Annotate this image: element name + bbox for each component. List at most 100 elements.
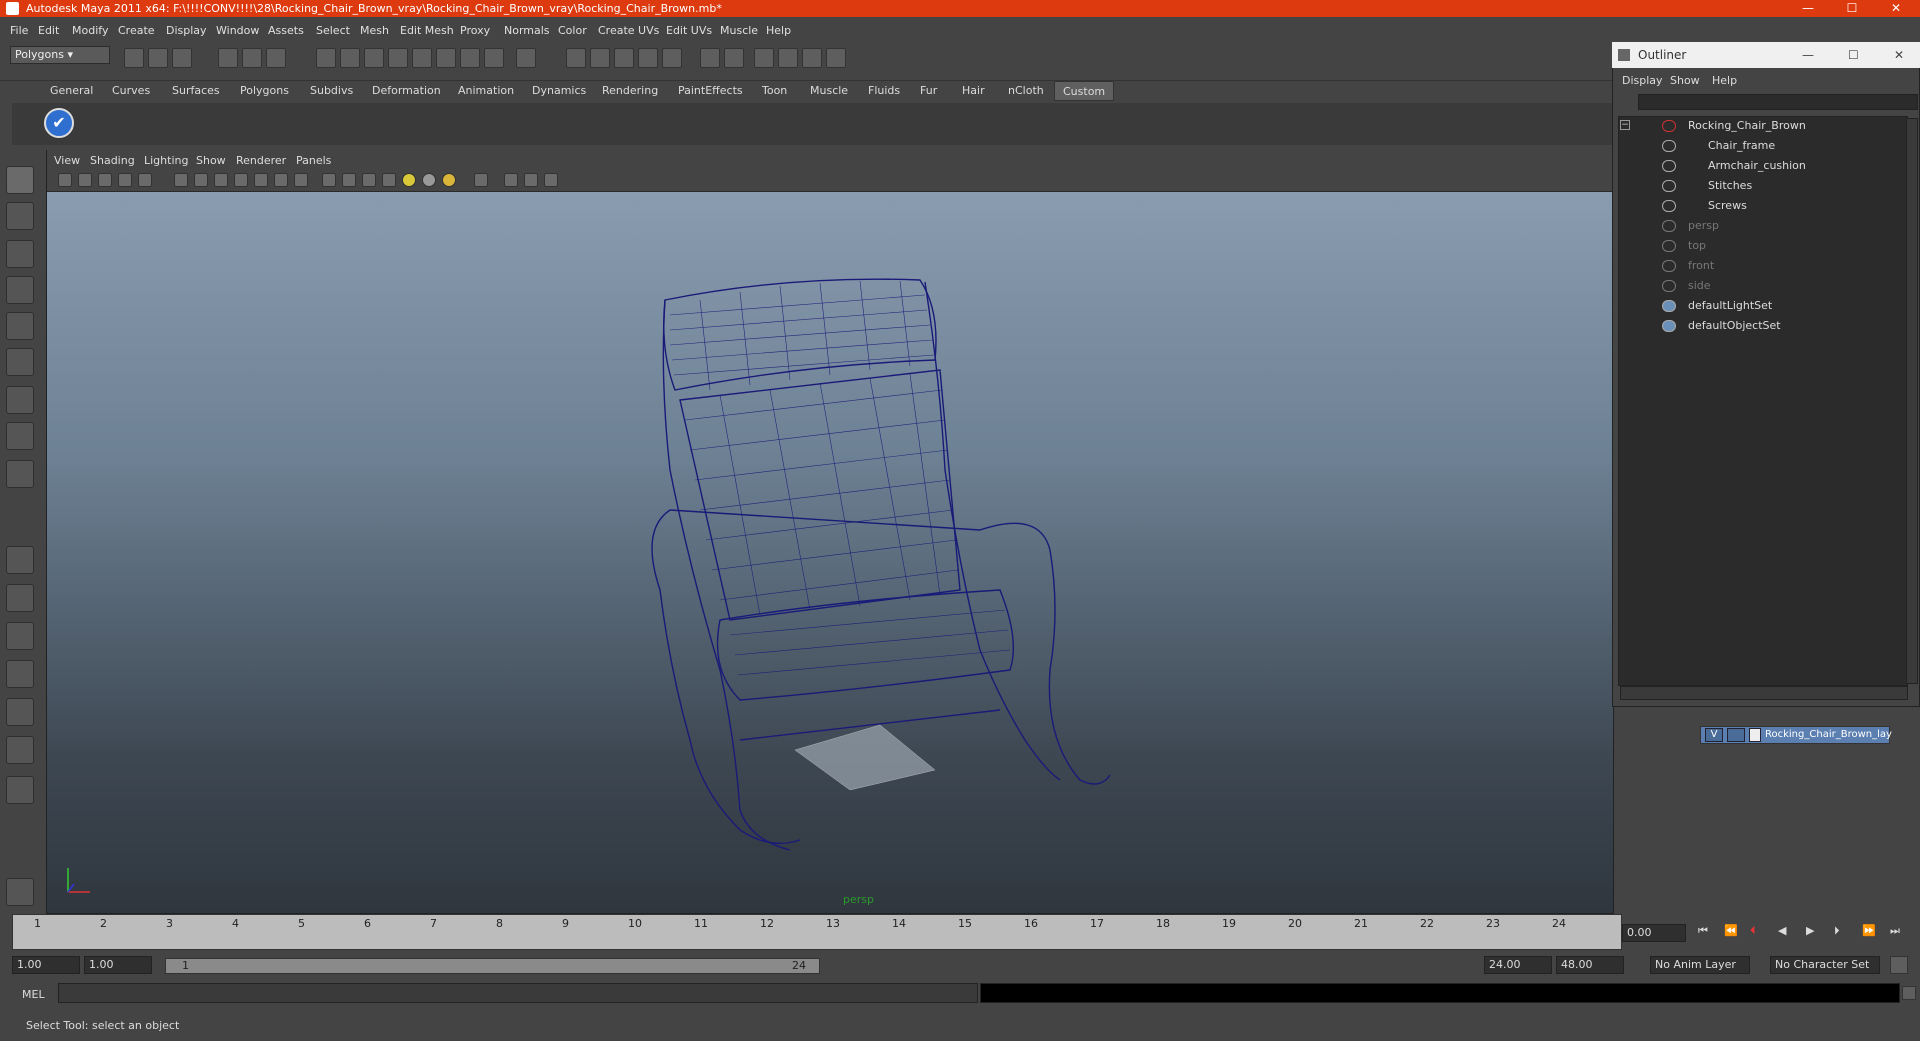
default-light-icon[interactable] <box>402 173 416 187</box>
step-forward-key-icon[interactable]: ⏩ <box>1862 924 1876 937</box>
open-scene-icon[interactable] <box>148 48 168 68</box>
select-component-icon[interactable] <box>266 48 286 68</box>
go-to-start-icon[interactable]: ⏮ <box>1698 924 1708 938</box>
menu-help[interactable]: Help <box>766 24 791 37</box>
all-lights-icon[interactable] <box>422 173 436 187</box>
anim-layer-dropdown[interactable]: No Anim Layer <box>1650 956 1750 974</box>
menu-mesh[interactable]: Mesh <box>360 24 389 37</box>
snap-grid-icon[interactable] <box>566 48 586 68</box>
smooth-shade-icon[interactable] <box>342 173 356 187</box>
menu-file[interactable]: File <box>10 24 28 37</box>
outliner-menu-display[interactable]: Display <box>1622 74 1663 87</box>
select-object-icon[interactable] <box>242 48 262 68</box>
graph-layout-icon[interactable] <box>6 660 34 688</box>
shelf-tab-polygons[interactable]: Polygons <box>240 81 289 101</box>
hud-icon[interactable] <box>294 173 308 187</box>
manipulator-icon[interactable] <box>6 386 34 414</box>
outliner-item[interactable]: Screws <box>1708 197 1747 215</box>
playback-end-field[interactable]: 24.00 <box>1484 956 1552 974</box>
single-view-layout-icon[interactable] <box>6 546 34 574</box>
select-joints-icon[interactable] <box>340 48 360 68</box>
play-forward-icon[interactable]: ▶ <box>1806 924 1814 937</box>
outliner-minimize-icon[interactable]: — <box>1802 42 1814 68</box>
outliner-item[interactable]: top <box>1688 237 1706 255</box>
step-back-frame-icon[interactable]: ⏴ <box>1750 924 1756 938</box>
outliner-item[interactable]: front <box>1688 257 1714 275</box>
shelf-tab-custom[interactable]: Custom <box>1054 81 1115 101</box>
range-slider[interactable]: 1 24 <box>165 958 820 974</box>
lock-selection-icon[interactable] <box>516 48 536 68</box>
render-view-icon[interactable] <box>754 48 774 68</box>
viewport-menu-shading[interactable]: Shading <box>90 154 135 167</box>
menu-edit[interactable]: Edit <box>38 24 59 37</box>
outliner-item[interactable]: persp <box>1688 217 1719 235</box>
shelf-tab-general[interactable]: General <box>50 81 93 101</box>
xray-icon[interactable] <box>504 173 518 187</box>
menu-window[interactable]: Window <box>216 24 259 37</box>
outliner-maximize-icon[interactable]: ☐ <box>1848 42 1859 68</box>
wireframe-on-shaded-icon[interactable] <box>362 173 376 187</box>
shelf-tab-fluids[interactable]: Fluids <box>868 81 900 101</box>
shelf-tab-dynamics[interactable]: Dynamics <box>532 81 586 101</box>
outliner-item[interactable]: Rocking_Chair_Brown <box>1688 117 1806 135</box>
film-gate-icon[interactable] <box>174 173 188 187</box>
viewport-menu-renderer[interactable]: Renderer <box>236 154 286 167</box>
outliner-list[interactable] <box>1618 116 1908 686</box>
layer-row[interactable]: V Rocking_Chair_Brown_lay <box>1700 726 1892 744</box>
collapse-icon[interactable]: − <box>1620 120 1630 130</box>
shelf-tab-fur[interactable]: Fur <box>920 81 937 101</box>
character-set-dropdown[interactable]: No Character Set <box>1770 956 1880 974</box>
key-icon[interactable] <box>1890 956 1908 974</box>
close-icon[interactable]: ✕ <box>1876 0 1916 17</box>
script-layout-icon[interactable] <box>6 736 34 764</box>
outliner-item[interactable]: Stitches <box>1708 177 1752 195</box>
camera-select-icon[interactable] <box>58 173 72 187</box>
gate-mask-icon[interactable] <box>214 173 228 187</box>
snap-curve-icon[interactable] <box>590 48 610 68</box>
maximize-icon[interactable]: ☐ <box>1832 0 1872 17</box>
shelf-tab-ncloth[interactable]: nCloth <box>1008 81 1044 101</box>
snap-point-icon[interactable] <box>614 48 634 68</box>
bookmark-icon[interactable] <box>98 173 112 187</box>
outliner-menu-show[interactable]: Show <box>1670 74 1700 87</box>
lasso-tool-icon[interactable] <box>6 202 34 230</box>
textured-icon[interactable] <box>382 173 396 187</box>
step-forward-frame-icon[interactable]: ⏵ <box>1834 924 1840 938</box>
animation-end-field[interactable]: 48.00 <box>1556 956 1624 974</box>
field-chart-icon[interactable] <box>234 173 248 187</box>
menu-edit-mesh[interactable]: Edit Mesh <box>400 24 454 37</box>
wireframe-icon[interactable] <box>322 173 336 187</box>
outliner-close-icon[interactable]: ✕ <box>1894 42 1904 68</box>
select-misc-icon[interactable] <box>484 48 504 68</box>
shelf-tab-deformation[interactable]: Deformation <box>372 81 441 101</box>
viewport-menu-panels[interactable]: Panels <box>296 154 331 167</box>
select-rendering-icon[interactable] <box>460 48 480 68</box>
more-layouts-icon[interactable] <box>6 776 34 804</box>
viewport-menu-lighting[interactable]: Lighting <box>144 154 188 167</box>
xray-joints-icon[interactable] <box>524 173 538 187</box>
snap-view-plane-icon[interactable] <box>638 48 658 68</box>
hypershade-layout-icon[interactable] <box>6 698 34 726</box>
viewport-menu-show[interactable]: Show <box>196 154 226 167</box>
step-back-key-icon[interactable]: ⏪ <box>1724 924 1738 937</box>
shadows-icon[interactable] <box>442 173 456 187</box>
menu-muscle[interactable]: Muscle <box>720 24 758 37</box>
layer-display-type-toggle[interactable] <box>1727 728 1745 742</box>
outliner-item[interactable]: defaultLightSet <box>1688 297 1772 315</box>
go-to-end-icon[interactable]: ⏭ <box>1890 924 1900 938</box>
image-plane-icon[interactable] <box>118 173 132 187</box>
last-tool-icon[interactable] <box>6 460 34 488</box>
outliner-horizontal-scrollbar[interactable] <box>1620 686 1908 700</box>
layer-visibility-toggle[interactable]: V <box>1705 728 1723 742</box>
menu-create-uvs[interactable]: Create UVs <box>598 24 659 37</box>
camera-attributes-icon[interactable] <box>78 173 92 187</box>
menu-modify[interactable]: Modify <box>72 24 108 37</box>
command-input[interactable] <box>58 983 978 1003</box>
safe-title-icon[interactable] <box>274 173 288 187</box>
playback-start-field[interactable]: 1.00 <box>84 956 152 974</box>
shelf-tab-surfaces[interactable]: Surfaces <box>172 81 220 101</box>
select-tool-icon[interactable] <box>6 166 34 194</box>
menu-create[interactable]: Create <box>118 24 155 37</box>
select-dynamics-icon[interactable] <box>436 48 456 68</box>
grid-toggle-icon[interactable] <box>138 173 152 187</box>
